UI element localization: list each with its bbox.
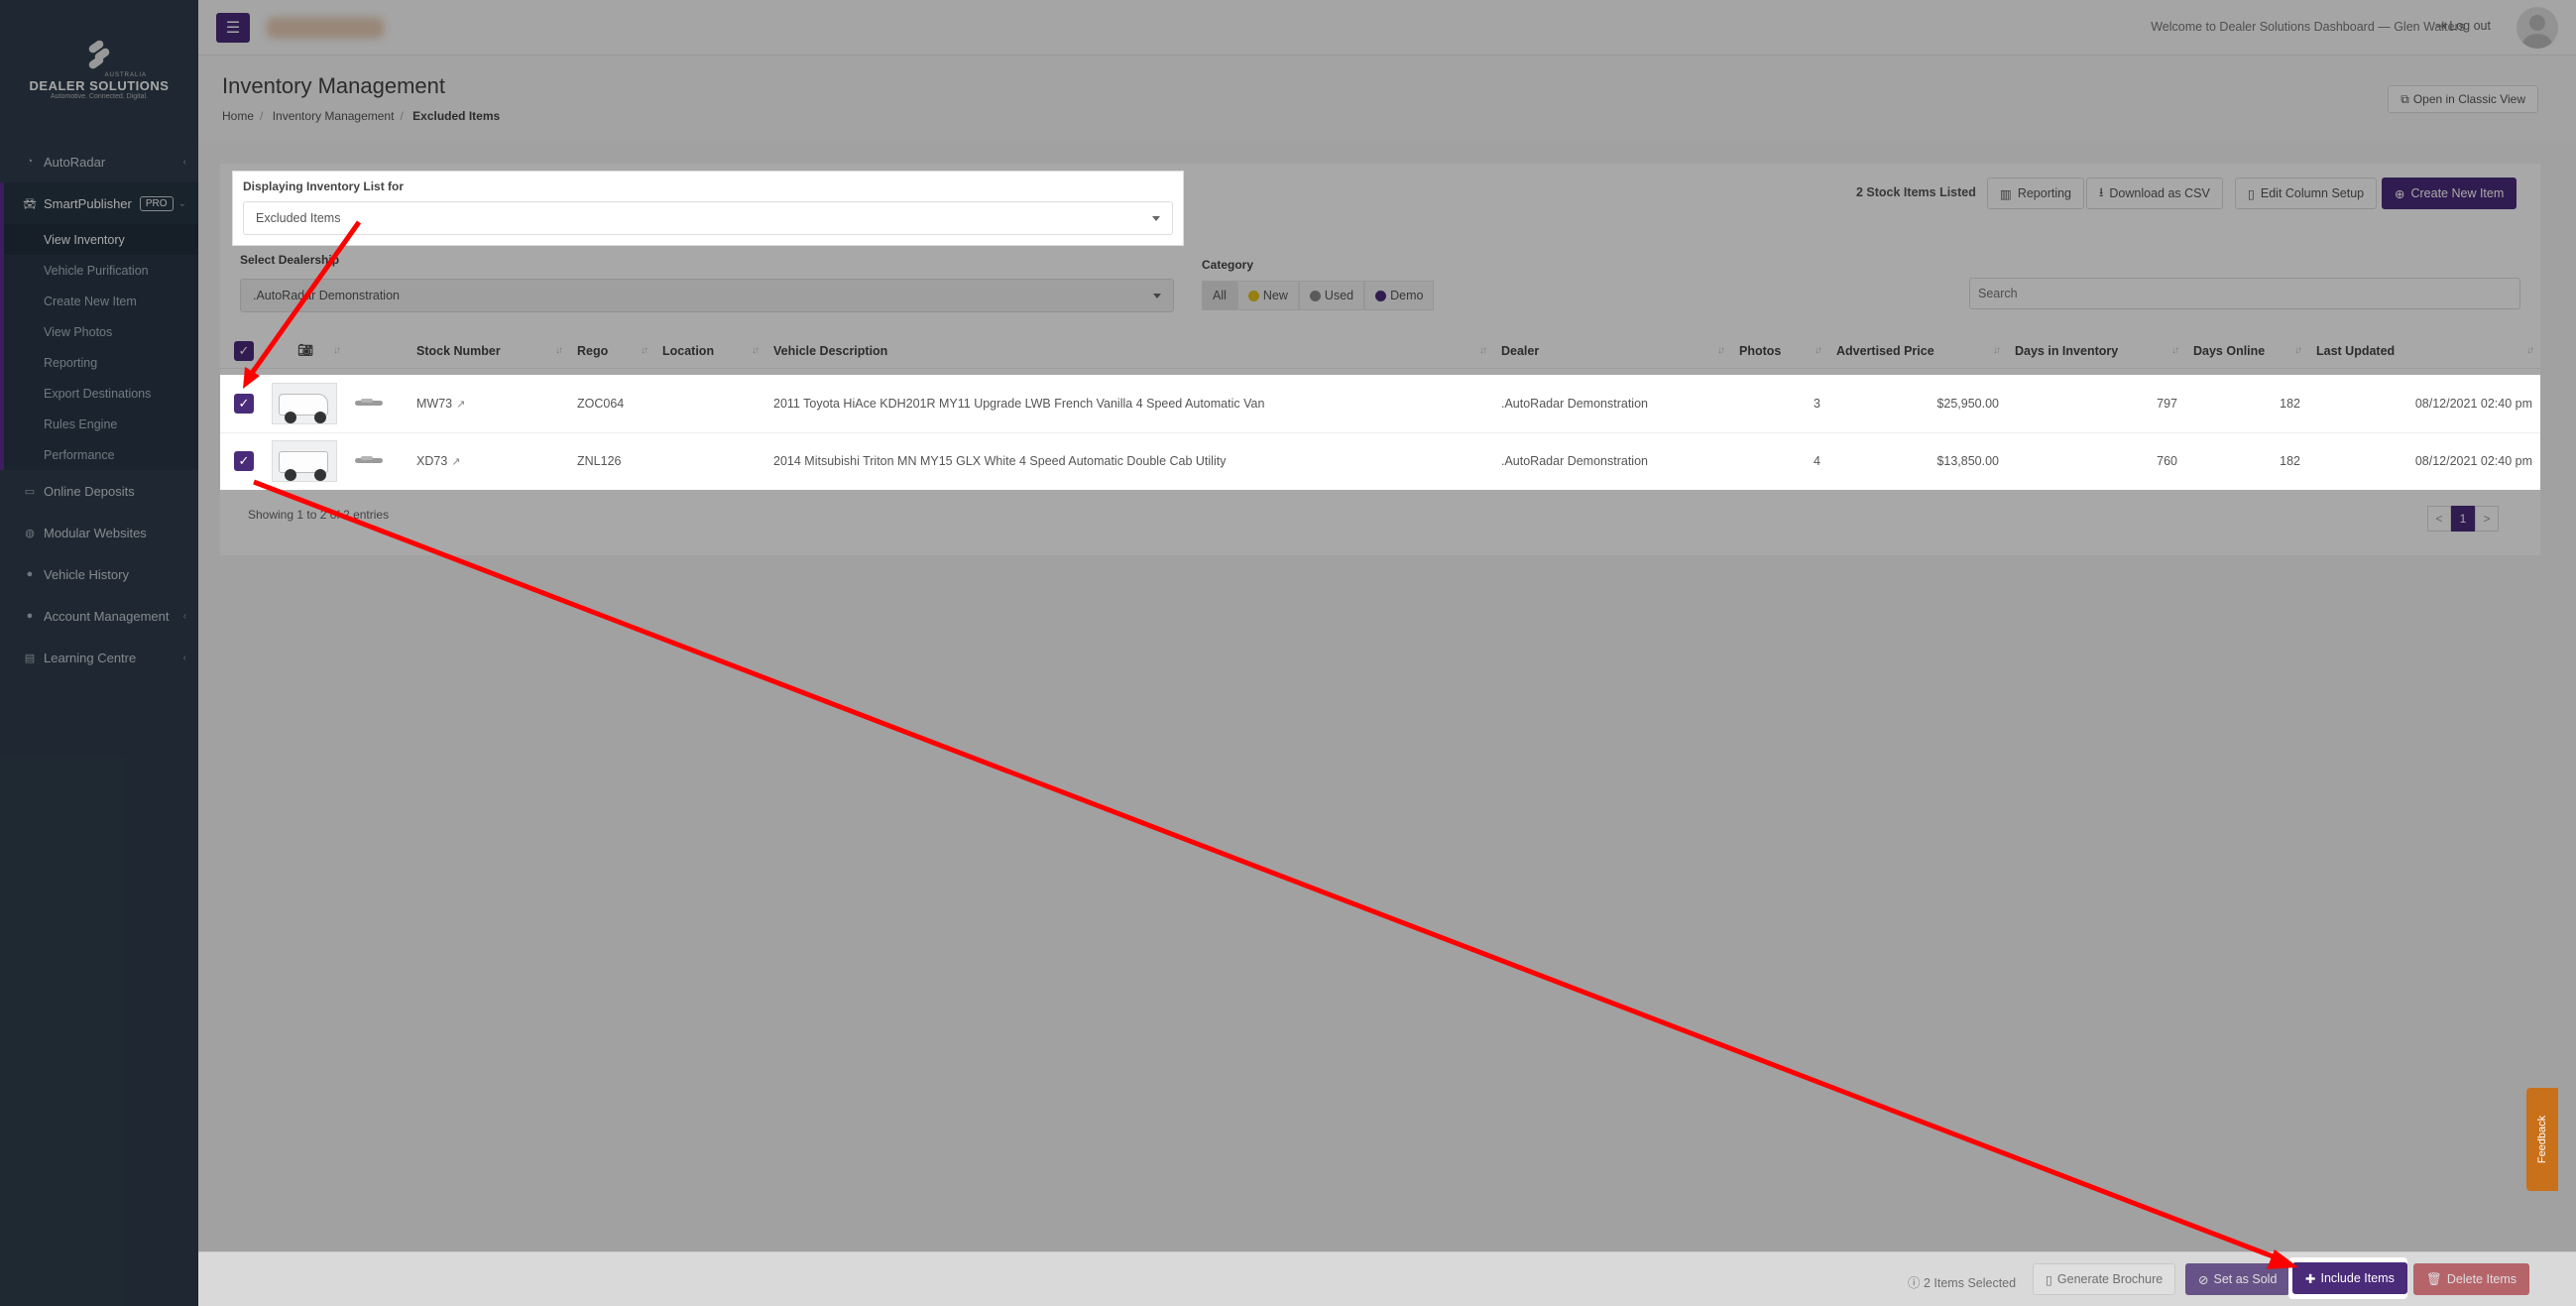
arrow-to-checkbox: [245, 220, 362, 381]
annotation-arrows: [243, 220, 2298, 1269]
arrow-to-include-items: [253, 479, 2282, 1262]
arrowhead-include-icon: [2267, 1249, 2298, 1269]
